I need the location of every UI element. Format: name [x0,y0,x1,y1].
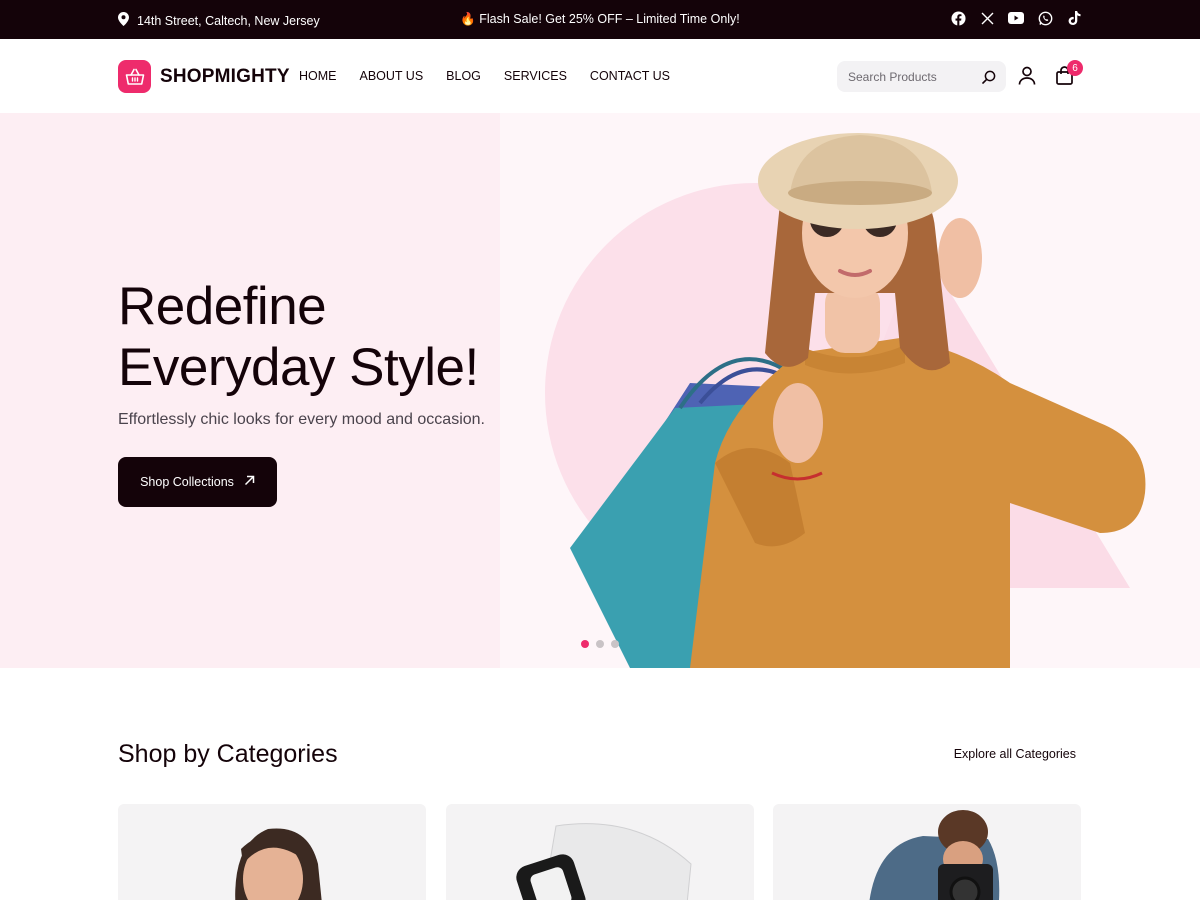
search-icon[interactable] [982,70,996,84]
nav-about-us[interactable]: ABOUT US [360,69,424,83]
category-card-women[interactable] [118,804,426,900]
hero-subtitle: Effortlessly chic looks for every mood a… [118,411,485,428]
hero-model-image [545,133,1146,668]
hero-title-line-1: Redefine [118,277,327,336]
site-header: SHOPMIGHTY HOME ABOUT US BLOG SERVICES C… [0,39,1200,113]
youtube-icon[interactable] [1008,10,1024,26]
search-input[interactable] [848,69,978,84]
hero-banner: Redefine Everyday Style! Effortlessly ch… [0,113,1200,668]
slider-dot-1[interactable] [581,640,589,648]
slider-dot-3[interactable] [611,640,619,648]
shop-collections-button[interactable]: Shop Collections [118,457,277,507]
category-image [235,828,322,900]
x-twitter-icon[interactable] [979,10,995,26]
cart-count-badge: 6 [1067,60,1083,76]
nav-contact-us[interactable]: CONTACT US [590,69,670,83]
tiktok-icon[interactable] [1066,10,1082,26]
categories-heading: Shop by Categories [118,740,338,768]
user-account-icon[interactable] [1018,66,1036,90]
nav-services[interactable]: SERVICES [504,69,567,83]
category-card-watches[interactable] [446,804,754,900]
slider-dot-2[interactable] [596,640,604,648]
facebook-icon[interactable] [950,10,966,26]
hero-title-line-2: Everyday Style! [118,338,479,397]
top-bar: 14th Street, Caltech, New Jersey 🔥 Flash… [0,0,1200,39]
brand-name: SHOPMIGHTY [160,65,290,87]
social-links [950,10,1082,26]
main-nav: HOME ABOUT US BLOG SERVICES CONTACT US [299,69,670,83]
arrow-up-right-icon [244,475,255,489]
category-card-electronics[interactable] [773,804,1081,900]
brand-logo[interactable]: SHOPMIGHTY [118,60,290,93]
cta-label: Shop Collections [140,475,234,489]
explore-all-categories-link[interactable]: Explore all Categories [954,747,1076,761]
shopping-basket-icon [118,60,151,93]
whatsapp-icon[interactable] [1037,10,1053,26]
nav-blog[interactable]: BLOG [446,69,481,83]
hero-title: Redefine Everyday Style! [118,276,479,398]
category-image [869,810,1000,900]
category-image [516,823,692,900]
search-box [837,61,1006,92]
slider-dots [581,640,619,648]
nav-home[interactable]: HOME [299,69,337,83]
